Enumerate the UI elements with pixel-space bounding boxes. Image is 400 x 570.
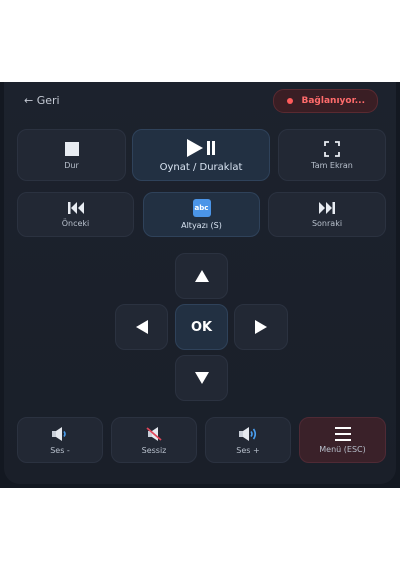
dpad-up-button[interactable] (175, 253, 228, 299)
subtitle-button[interactable]: abc Altyazı (S) (143, 192, 260, 237)
hamburger-menu-icon (334, 426, 351, 441)
play-pause-label: Oynat / Duraklat (159, 161, 243, 173)
arrow-down-icon (194, 372, 209, 384)
status-dot-icon (286, 98, 293, 104)
fullscreen-button[interactable]: Tam Ekran (278, 129, 386, 181)
fullscreen-icon (324, 140, 340, 157)
speaker-muted-icon (146, 426, 162, 441)
dpad-left-button[interactable] (115, 304, 168, 350)
speaker-high-icon (239, 426, 257, 441)
back-link[interactable]: ← Geri (24, 94, 60, 107)
speaker-low-icon (52, 426, 66, 441)
arrow-left-icon (135, 320, 148, 334)
stop-button[interactable]: Dur (17, 129, 126, 181)
volume-down-label: Ses - (50, 445, 70, 455)
stop-icon (64, 141, 79, 156)
menu-label: Menü (ESC) (319, 444, 366, 454)
play-pause-icon (187, 138, 215, 157)
arrow-right-icon (255, 320, 267, 334)
play-pause-button[interactable]: Oynat / Duraklat (132, 129, 270, 181)
next-label: Sonraki (311, 219, 343, 228)
next-button[interactable]: Sonraki (268, 192, 386, 237)
remote-window: ← Geri Bağlanıyor... Dur Oynat / Durakla… (0, 82, 400, 488)
remote-panel: ← Geri Bağlanıyor... Dur Oynat / Durakla… (4, 82, 396, 484)
arrow-up-icon (194, 270, 209, 282)
stop-label: Dur (64, 160, 79, 170)
fullscreen-label: Tam Ekran (311, 160, 353, 170)
volume-up-button[interactable]: Ses + (205, 417, 291, 463)
volume-up-label: Ses + (236, 445, 260, 455)
menu-button[interactable]: Menü (ESC) (299, 417, 386, 463)
subtitle-label: Altyazı (S) (181, 221, 222, 230)
skip-previous-icon (67, 202, 84, 214)
mute-label: Sessiz (141, 445, 167, 455)
dpad-ok-button[interactable]: OK (175, 304, 228, 350)
subtitle-icon: abc (192, 199, 211, 217)
status-label: Bağlanıyor... (301, 96, 366, 106)
skip-next-icon (319, 202, 335, 214)
previous-label: Önceki (61, 219, 90, 228)
dpad-right-button[interactable] (234, 304, 288, 350)
mute-button[interactable]: Sessiz (111, 417, 197, 463)
connection-status-badge: Bağlanıyor... (272, 89, 378, 113)
dpad-down-button[interactable] (175, 355, 228, 401)
ok-label: OK (190, 319, 213, 335)
previous-button[interactable]: Önceki (17, 192, 134, 237)
volume-down-button[interactable]: Ses - (17, 417, 103, 463)
